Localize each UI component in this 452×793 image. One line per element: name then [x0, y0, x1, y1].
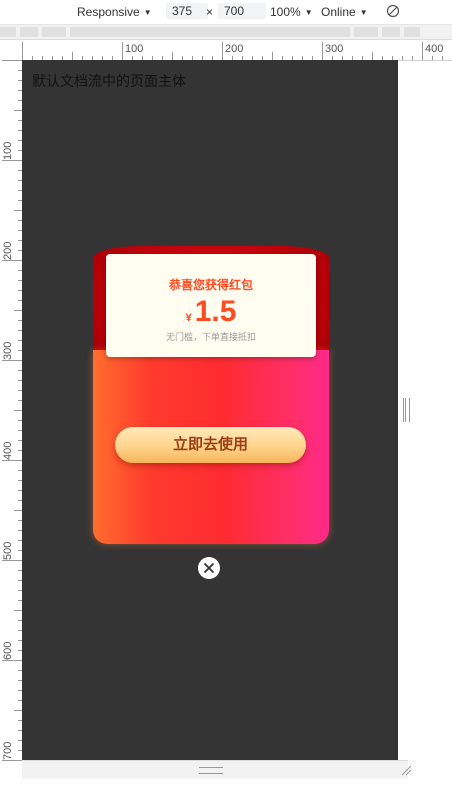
- media-query-bar[interactable]: [0, 25, 452, 40]
- dimension-separator: ×: [206, 5, 214, 19]
- ruler-label: 700: [2, 741, 14, 760]
- ruler-tick: [14, 210, 22, 211]
- ruler-tick: [442, 56, 443, 60]
- width-resize-handle[interactable]: [403, 398, 410, 422]
- ruler-tick: [2, 160, 22, 161]
- ruler-tick: [432, 56, 433, 60]
- device-mode-dropdown[interactable]: Responsive ▼: [77, 5, 152, 20]
- media-query-segment[interactable]: [382, 27, 400, 37]
- ruler-tick: [2, 60, 22, 61]
- ruler-tick: [14, 410, 22, 411]
- ruler-label: 400: [2, 441, 14, 460]
- media-query-segment[interactable]: [404, 27, 420, 37]
- ruler-tick: [422, 42, 423, 60]
- ruler-label: 100: [125, 43, 144, 55]
- ruler-tick: [14, 110, 22, 111]
- media-query-segment[interactable]: [354, 27, 378, 37]
- vertical-ruler: 100 200 300 400 500 600 700: [0, 60, 23, 761]
- chevron-down-icon: ▼: [304, 8, 313, 17]
- zoom-dropdown[interactable]: 100% ▼: [270, 5, 313, 20]
- ruler-tick: [2, 760, 22, 761]
- chevron-down-icon: ▼: [359, 8, 368, 17]
- ruler-tick: [172, 52, 173, 60]
- device-mode-label: Responsive: [77, 5, 140, 19]
- ruler-tick: [22, 42, 23, 60]
- device-toolbar: Responsive ▼ 375 × 700 100% ▼ Online ▼: [0, 0, 452, 25]
- ruler-tick: [2, 660, 22, 661]
- ruler-label: 500: [2, 541, 14, 560]
- height-input[interactable]: 700: [218, 3, 266, 19]
- ruler-label: 300: [325, 43, 344, 55]
- coupon-amount: 1.5: [194, 295, 237, 328]
- ruler-tick: [2, 360, 22, 361]
- ruler-label: 200: [2, 241, 14, 260]
- media-query-segment[interactable]: [0, 27, 16, 37]
- throttle-dropdown[interactable]: Online ▼: [321, 5, 368, 20]
- height-resize-handle[interactable]: [199, 767, 223, 774]
- zoom-label: 100%: [270, 5, 301, 19]
- device-viewport: 默认文档流中的页面主体 恭喜您获得红包 ¥ 1.5 无门槛，下单直接抵扣 立即去…: [22, 60, 398, 760]
- width-input[interactable]: 375: [166, 3, 208, 19]
- ruler-tick: [14, 710, 22, 711]
- ruler-label: 400: [425, 43, 444, 55]
- ruler-tick: [322, 42, 323, 60]
- horizontal-ruler: 100 200 300 400: [22, 40, 452, 61]
- currency-symbol: ¥: [185, 312, 192, 324]
- ruler-tick: [272, 52, 273, 60]
- ruler-tick: [222, 42, 223, 60]
- ruler-tick: [2, 460, 22, 461]
- close-icon[interactable]: [198, 557, 220, 579]
- ruler-tick: [2, 260, 22, 261]
- ruler-label: 600: [2, 641, 14, 660]
- media-query-segment[interactable]: [70, 27, 350, 37]
- ruler-tick: [2, 560, 22, 561]
- ruler-tick: [122, 42, 123, 60]
- coupon-amount-row: ¥ 1.5: [106, 290, 316, 330]
- page-body-text: 默认文档流中的页面主体: [32, 73, 186, 89]
- ruler-tick: [372, 52, 373, 60]
- ruler-tick: [412, 56, 413, 60]
- ruler-tick: [14, 510, 22, 511]
- media-query-segment[interactable]: [42, 27, 66, 37]
- chevron-down-icon: ▼: [143, 8, 152, 17]
- ruler-tick: [72, 52, 73, 60]
- ruler-tick: [402, 56, 403, 60]
- ruler-tick: [14, 610, 22, 611]
- media-query-segment[interactable]: [20, 27, 38, 37]
- coupon-subtitle: 无门槛，下单直接抵扣: [165, 332, 256, 342]
- rotate-icon[interactable]: [386, 4, 400, 21]
- use-now-button[interactable]: 立即去使用: [115, 427, 306, 463]
- ruler-label: 300: [2, 341, 14, 360]
- ruler-label: 100: [2, 141, 14, 160]
- ruler-label: 200: [225, 43, 244, 55]
- throttle-label: Online: [321, 5, 356, 19]
- ruler-tick: [14, 310, 22, 311]
- coupon-card: 恭喜您获得红包 ¥ 1.5 无门槛，下单直接抵扣: [106, 254, 316, 357]
- corner-resize-grip-icon[interactable]: [400, 763, 412, 776]
